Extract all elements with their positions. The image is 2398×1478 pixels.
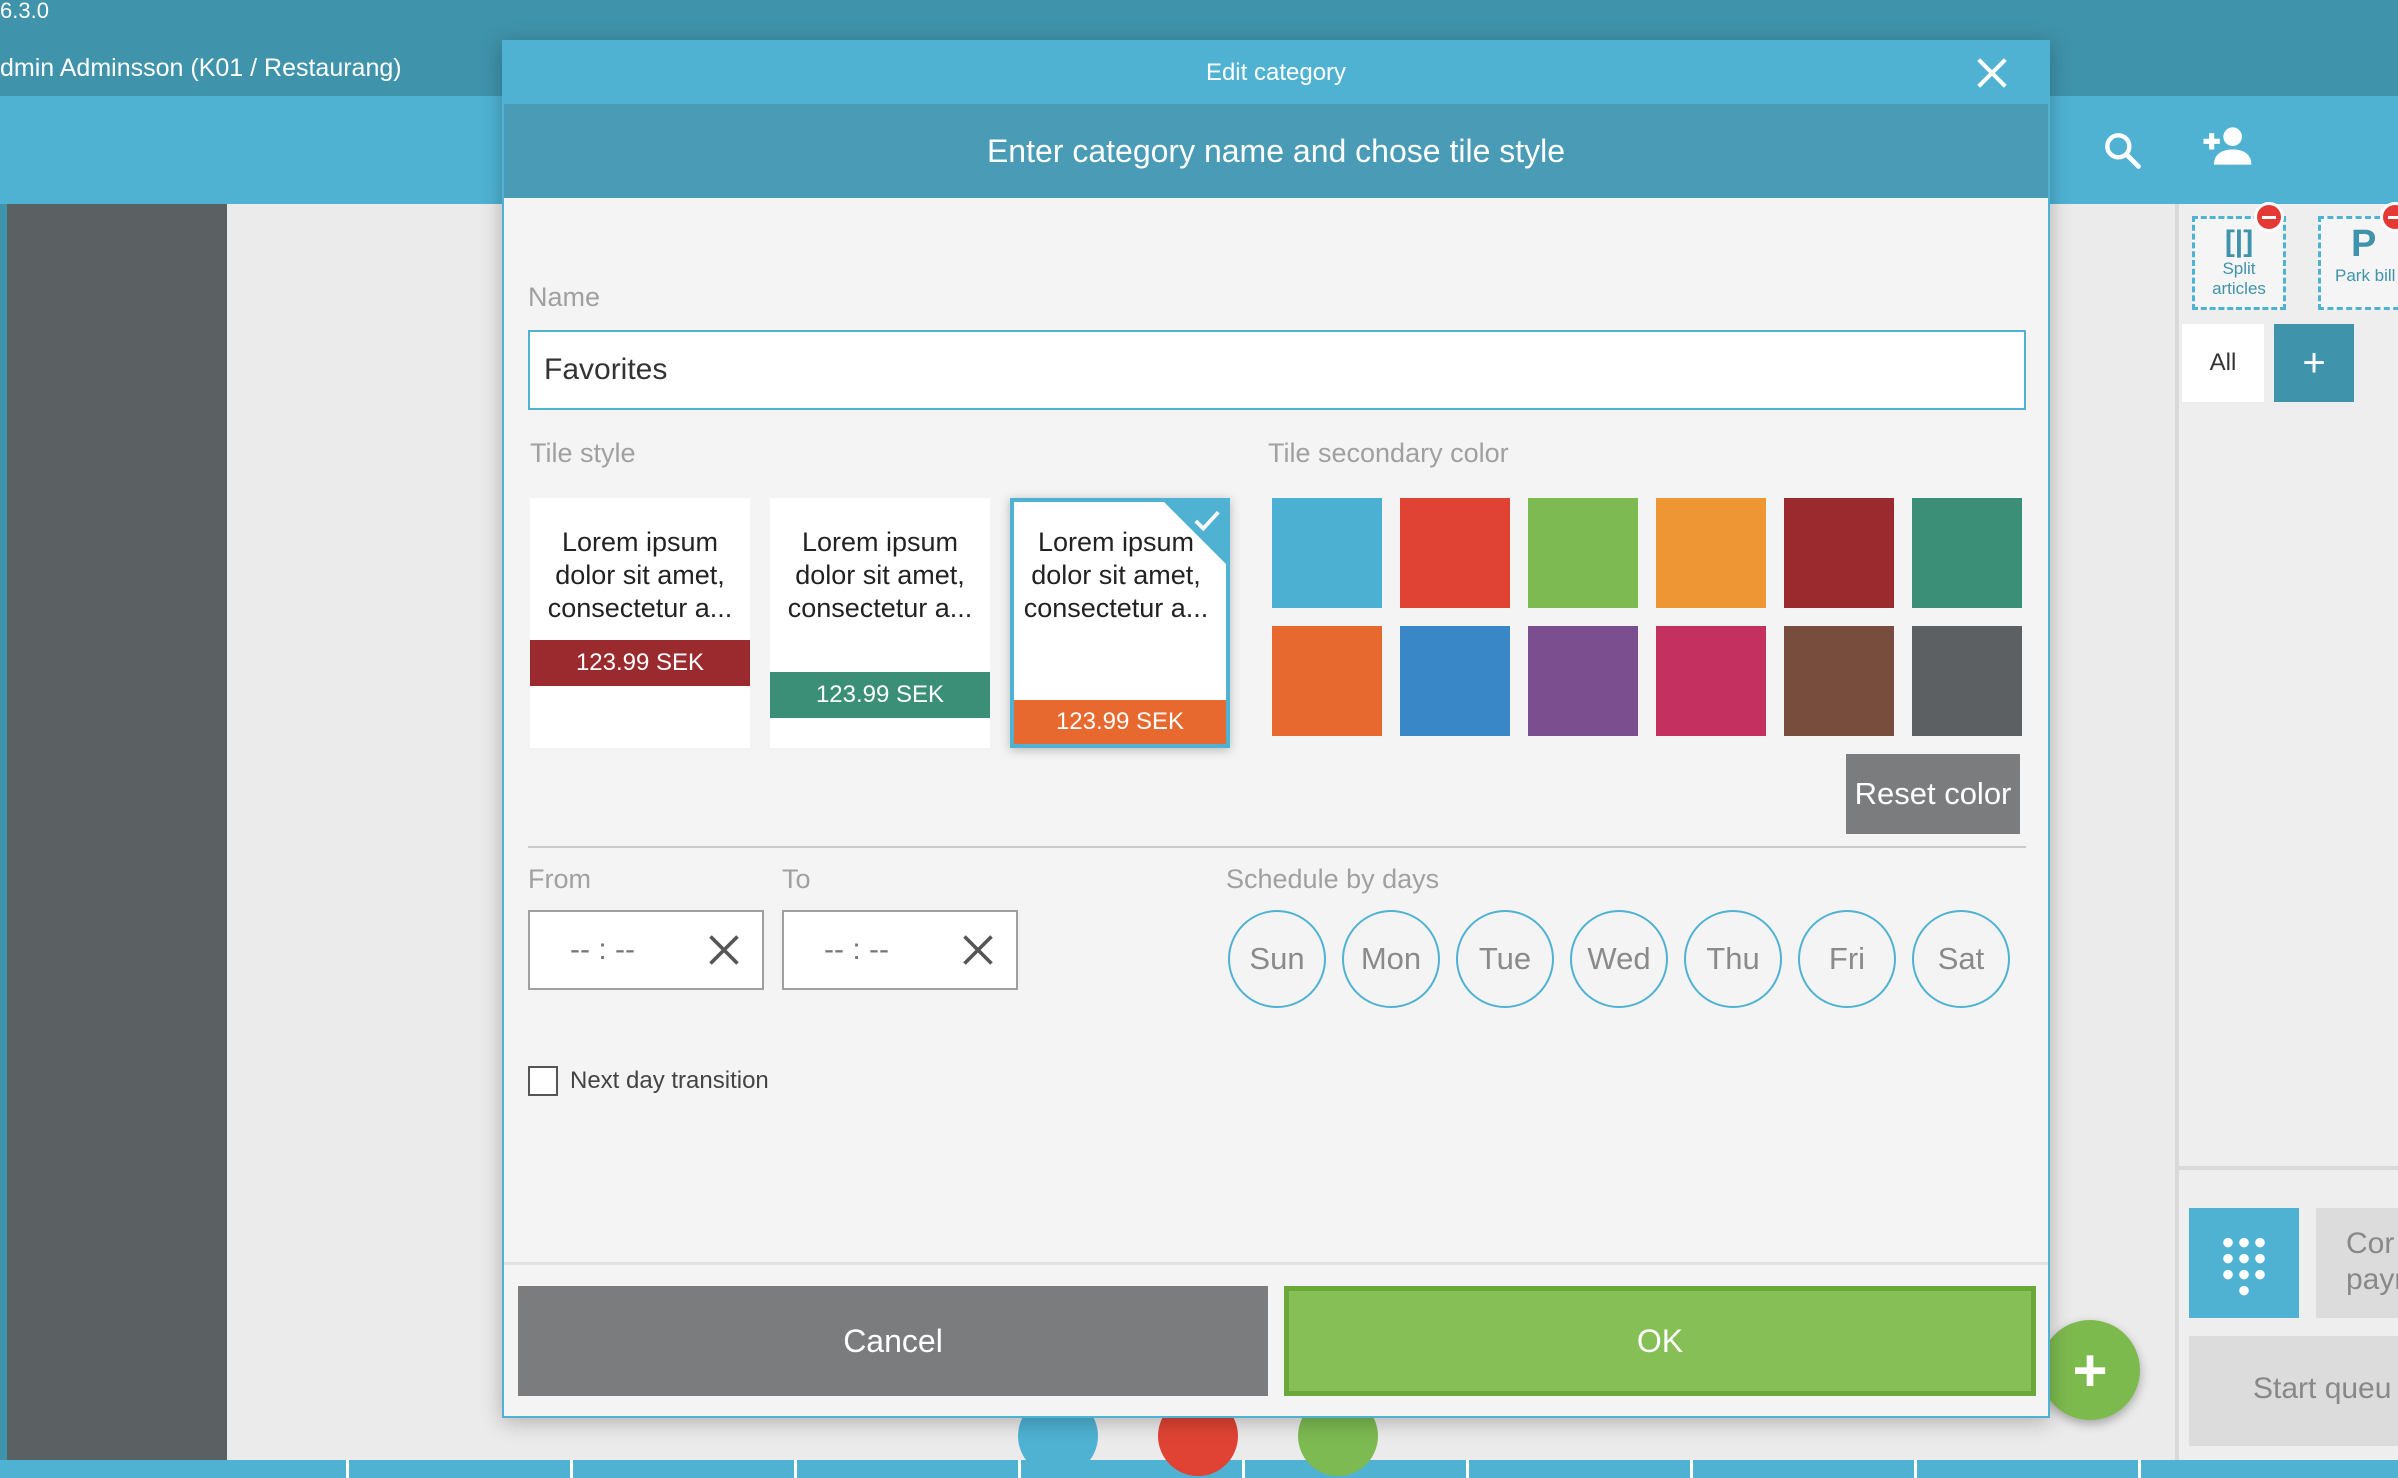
next-day-transition-checkbox[interactable] <box>528 1066 558 1096</box>
checkmark-icon <box>1194 510 1220 532</box>
order-panel-divider <box>2175 1166 2398 1170</box>
clear-to-time-icon[interactable] <box>960 932 996 968</box>
tile-price: 123.99 SEK <box>770 672 990 718</box>
name-label: Name <box>528 282 601 312</box>
day-toggle-mon[interactable]: Mon <box>1342 910 1440 1008</box>
next-day-transition-label: Next day transition <box>570 1067 769 1094</box>
day-toggle-fri[interactable]: Fri <box>1798 910 1896 1008</box>
color-swatch-12[interactable] <box>1912 626 2022 736</box>
to-time-value: -- : -- <box>824 933 889 966</box>
color-swatch-6[interactable] <box>1912 498 2022 608</box>
tab-add-button[interactable]: + <box>2274 324 2354 402</box>
color-swatch-4[interactable] <box>1656 498 1766 608</box>
bottom-bar-separator <box>1018 1460 1021 1478</box>
color-swatch-7[interactable] <box>1272 626 1382 736</box>
to-label: To <box>782 864 811 894</box>
tile-style-option-1[interactable]: Lorem ipsum dolor sit amet, consectetur … <box>530 498 750 748</box>
bottom-bar-separator <box>1690 1460 1693 1478</box>
dialog-title: Edit category <box>1205 59 1347 86</box>
footer-divider <box>504 1262 2048 1265</box>
reset-color-button[interactable]: Reset color <box>1846 754 2020 834</box>
start-queue-button[interactable]: Start queu <box>2189 1336 2398 1446</box>
tile-preview-text: Lorem ipsum dolor sit amet, consectetur … <box>530 526 750 625</box>
cancel-button[interactable]: Cancel <box>518 1286 1268 1396</box>
day-toggle-sat[interactable]: Sat <box>1912 910 2010 1008</box>
keypad-icon <box>2223 1237 2265 1296</box>
day-toggle-tue[interactable]: Tue <box>1456 910 1554 1008</box>
user-info: dmin Adminsson (K01 / Restaurang) <box>0 54 402 82</box>
color-swatch-10[interactable] <box>1656 626 1766 736</box>
bottom-bar-separator <box>1242 1460 1245 1478</box>
day-toggle-wed[interactable]: Wed <box>1570 910 1668 1008</box>
tile-text-line: dolor sit amet, <box>555 560 725 590</box>
dialog-subtitle: Enter category name and chose tile style <box>986 133 1566 169</box>
color-swatch-3[interactable] <box>1528 498 1638 608</box>
add-fab-button[interactable]: + <box>2040 1320 2140 1420</box>
from-label: From <box>528 864 591 894</box>
complete-payment-button[interactable]: Cor paym <box>2316 1208 2398 1318</box>
tile-price: 123.99 SEK <box>1014 700 1226 744</box>
day-toggle-sun[interactable]: Sun <box>1228 910 1326 1008</box>
bottom-bar-separator <box>1466 1460 1469 1478</box>
secondary-color-label: Tile secondary color <box>1268 438 1509 468</box>
color-swatch-2[interactable] <box>1400 498 1510 608</box>
color-swatch-1[interactable] <box>1272 498 1382 608</box>
schedule-by-days-label: Schedule by days <box>1226 864 1440 894</box>
ok-button[interactable]: OK <box>1284 1286 2036 1396</box>
split-articles-label-2: articles <box>2212 279 2266 298</box>
color-swatch-8[interactable] <box>1400 626 1510 736</box>
clear-from-time-icon[interactable] <box>706 932 742 968</box>
color-swatch-11[interactable] <box>1784 626 1894 736</box>
section-divider <box>528 846 2026 848</box>
tile-style-label: Tile style <box>530 438 636 468</box>
to-time-field[interactable]: -- : -- <box>782 910 1018 990</box>
edit-category-dialog: Edit category Enter category name and ch… <box>502 40 2050 1418</box>
tile-text-line: consectetur a... <box>787 593 973 623</box>
park-bill-label: Park bill <box>2335 266 2396 285</box>
bottom-bar-separator <box>2138 1460 2141 1478</box>
tab-all[interactable]: All <box>2182 324 2264 402</box>
tile-text-line: Lorem ipsum <box>561 527 719 557</box>
remove-badge-icon[interactable] <box>2254 202 2284 232</box>
park-bill-button[interactable]: P Park bill <box>2318 216 2398 310</box>
from-time-field[interactable]: -- : -- <box>528 910 764 990</box>
tile-price: 123.99 SEK <box>530 640 750 686</box>
from-time-value: -- : -- <box>570 933 635 966</box>
tile-text-line: Lorem ipsum <box>801 527 959 557</box>
day-toggle-thu[interactable]: Thu <box>1684 910 1782 1008</box>
tile-preview-text: Lorem ipsum dolor sit amet, consectetur … <box>770 526 990 625</box>
complete-payment-label-1: Cor <box>2346 1227 2395 1260</box>
tile-text-line: dolor sit amet, <box>795 560 965 590</box>
search-icon[interactable] <box>2100 128 2144 172</box>
bottom-bar-separator <box>346 1460 349 1478</box>
close-icon[interactable] <box>1972 53 2012 93</box>
color-swatch-5[interactable] <box>1784 498 1894 608</box>
left-panel-edge <box>0 204 7 1478</box>
left-side-panel <box>0 204 227 1478</box>
tile-style-option-3-selected[interactable]: Lorem ipsum dolor sit amet, consectetur … <box>1010 498 1230 748</box>
bottom-bar-separator <box>1914 1460 1917 1478</box>
tile-style-option-2[interactable]: Lorem ipsum dolor sit amet, consectetur … <box>770 498 990 748</box>
bottom-bar-separator <box>794 1460 797 1478</box>
tile-text-line: consectetur a... <box>547 593 733 623</box>
app-version: 6.3.0 <box>0 0 49 23</box>
split-articles-label-1: Split <box>2222 259 2256 278</box>
category-name-input[interactable] <box>528 330 2026 410</box>
add-customer-icon[interactable] <box>2200 118 2256 174</box>
tile-text-line: consectetur a... <box>1023 593 1209 623</box>
bottom-bar-separator <box>570 1460 573 1478</box>
color-swatch-9[interactable] <box>1528 626 1638 736</box>
complete-payment-label-2: paym <box>2346 1263 2398 1296</box>
